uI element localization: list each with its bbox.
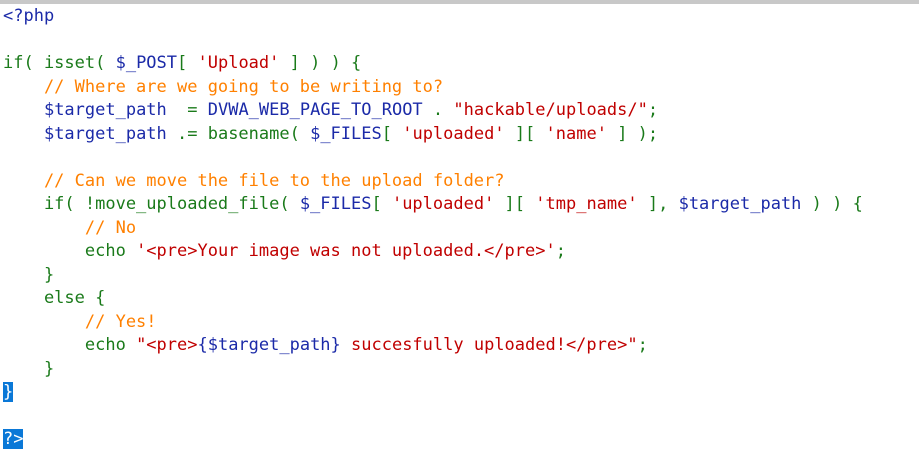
code-token: ;: [647, 100, 659, 120]
code-token: .= basename(: [166, 123, 311, 144]
code-token: "<pre>: [136, 335, 198, 355]
code-token: }: [3, 382, 14, 402]
code-token: DVWA_WEB_PAGE_TO_ROOT: [207, 100, 423, 120]
code-token: =: [166, 100, 208, 120]
code-token: else {: [3, 288, 106, 308]
editor-top-border: [0, 0, 919, 4]
code-line[interactable]: ?>: [3, 428, 863, 452]
code-token: [: [381, 123, 403, 144]
code-line[interactable]: // Can we move the file to the upload fo…: [3, 170, 863, 194]
code-token: }: [3, 264, 55, 285]
code-token: $_FILES: [310, 123, 382, 144]
code-line[interactable]: <?php: [3, 5, 863, 29]
code-token: {$target_path}: [197, 335, 341, 355]
code-line[interactable]: }: [3, 264, 863, 288]
code-token: // Where are we going to be writing to?: [3, 76, 444, 97]
code-line[interactable]: }: [3, 381, 863, 405]
code-token: $target_path: [43, 100, 167, 120]
code-token: echo: [3, 241, 137, 261]
code-token: ],: [637, 194, 679, 214]
code-line[interactable]: $target_path = DVWA_WEB_PAGE_TO_ROOT . "…: [3, 99, 863, 123]
code-token: ] ) ) {: [279, 53, 362, 73]
code-token: [: [177, 53, 198, 73]
code-token: ?>: [3, 429, 24, 449]
code-line[interactable]: [3, 405, 863, 429]
code-line[interactable]: [3, 146, 863, 170]
code-line[interactable]: $target_path .= basename( $_FILES[ 'uplo…: [3, 123, 863, 147]
code-line[interactable]: // Yes!: [3, 311, 863, 335]
code-line[interactable]: // No: [3, 217, 863, 241]
code-token: ][: [494, 194, 536, 214]
code-token: $target_path: [678, 194, 802, 214]
code-line[interactable]: // Where are we going to be writing to?: [3, 76, 863, 100]
code-token: ][: [504, 123, 546, 144]
code-token: 'tmp_name': [535, 194, 638, 214]
code-token: }: [3, 358, 55, 379]
code-token: echo: [3, 335, 137, 355]
code-token: <?php: [3, 6, 55, 26]
code-token: [: [371, 194, 392, 214]
code-token: 'uploaded': [391, 194, 495, 214]
code-token: $_FILES: [299, 194, 372, 214]
code-token: '<pre>Your image was not uploaded.</pre>…: [136, 241, 556, 261]
code-token: 'Upload': [197, 53, 280, 73]
code-token: $_POST: [115, 53, 178, 73]
code-token: // Can we move the file to the upload fo…: [3, 170, 505, 191]
code-token: // Yes!: [3, 311, 157, 332]
code-view[interactable]: <?php if( isset( $_POST[ 'Upload' ] ) ) …: [3, 5, 863, 452]
code-line[interactable]: if( isset( $_POST[ 'Upload' ] ) ) {: [3, 52, 863, 76]
code-line[interactable]: echo "<pre>{$target_path} succesfully up…: [3, 334, 863, 358]
code-token: ;: [637, 335, 648, 355]
code-line[interactable]: [3, 29, 863, 53]
code-line[interactable]: else {: [3, 287, 863, 311]
code-token: ] );: [606, 123, 659, 144]
code-token: // No: [3, 217, 137, 238]
code-token: 'uploaded': [402, 123, 505, 144]
code-token: ) ) {: [801, 194, 863, 214]
code-token: 'name': [545, 123, 607, 144]
code-token: if( !move_uploaded_file(: [3, 194, 300, 214]
code-line[interactable]: echo '<pre>Your image was not uploaded.<…: [3, 240, 863, 264]
code-token: succesfully uploaded!</pre>": [340, 335, 638, 355]
code-token: .: [422, 100, 454, 120]
code-token: "hackable/uploads/": [453, 100, 648, 120]
code-line[interactable]: if( !move_uploaded_file( $_FILES[ 'uploa…: [3, 193, 863, 217]
code-token: ;: [555, 241, 566, 261]
code-line[interactable]: }: [3, 358, 863, 382]
code-token: $target_path: [43, 123, 167, 144]
code-token: if( isset(: [3, 53, 116, 73]
